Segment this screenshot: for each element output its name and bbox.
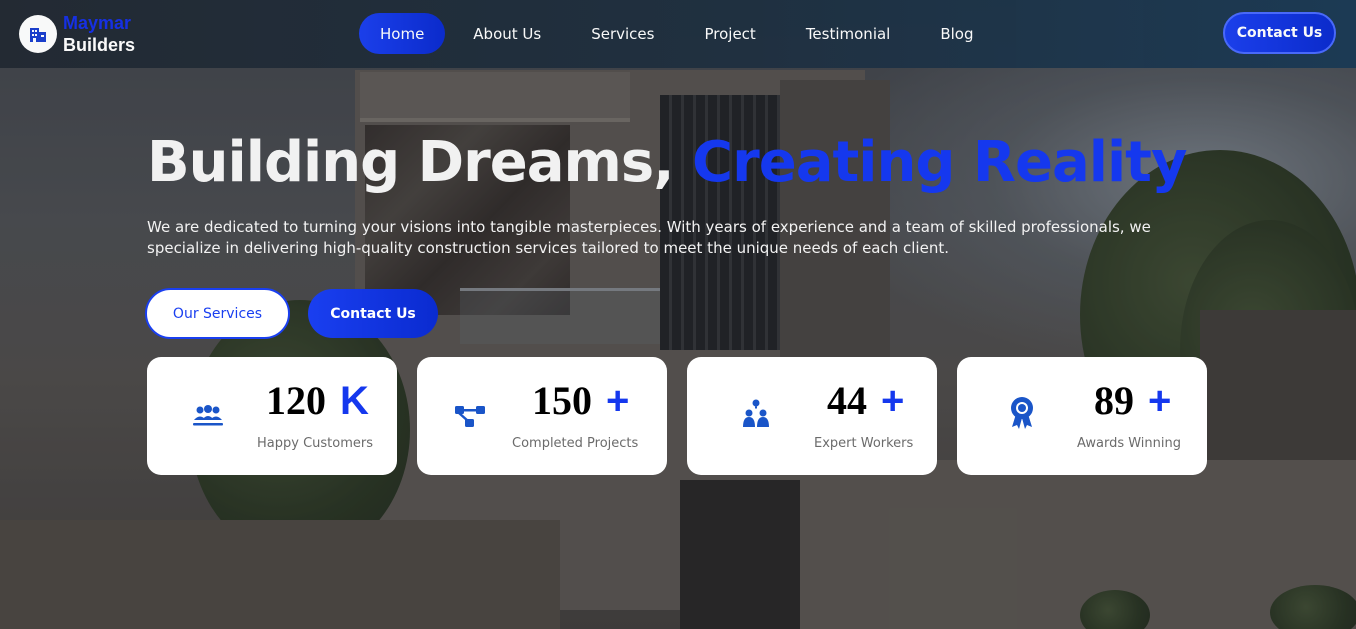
stat-suffix: K [340, 379, 369, 423]
nav-item-home[interactable]: Home [359, 13, 446, 54]
our-services-button[interactable]: Our Services [145, 288, 290, 339]
brand-name-line1: Maymar [63, 13, 132, 33]
stat-suffix: + [606, 379, 630, 423]
nav-item-testimonial[interactable]: Testimonial [784, 13, 913, 54]
stat-label: Awards Winning [1077, 436, 1181, 451]
stat-card-happy-customers: 120 K Happy Customers [147, 357, 397, 475]
stat-label: Happy Customers [257, 436, 373, 451]
stat-number: 150 [532, 378, 592, 423]
nav-item-project[interactable]: Project [682, 13, 777, 54]
project-diagram-icon [453, 401, 487, 431]
hero-description: We are dedicated to turning your visions… [147, 218, 1151, 257]
stat-number: 44 [827, 378, 867, 423]
stat-label: Expert Workers [814, 436, 914, 451]
stat-suffix: + [881, 379, 905, 423]
building-icon [19, 15, 57, 53]
nav-item-about-us[interactable]: About Us [451, 13, 563, 54]
nav-item-services[interactable]: Services [569, 13, 676, 54]
hero-title: Building Dreams, Creating Reality [147, 130, 1187, 195]
navbar: Maymar Builders Home About Us Services P… [0, 0, 1356, 68]
award-ribbon-icon [1005, 397, 1039, 429]
nav-contact-button[interactable]: Contact Us [1223, 12, 1336, 54]
stat-label: Completed Projects [512, 436, 639, 451]
stat-suffix: + [1148, 379, 1172, 423]
brand-logo[interactable]: Maymar Builders [19, 12, 135, 56]
stat-card-completed-projects: 150 + Completed Projects [417, 357, 667, 475]
nav-item-blog[interactable]: Blog [918, 13, 995, 54]
brand-name-line2: Builders [63, 35, 136, 55]
stat-card-awards-winning: 89 + Awards Winning [957, 357, 1207, 475]
main-nav: Home About Us Services Project Testimoni… [359, 13, 1002, 54]
stat-card-expert-workers: 44 + Expert Workers [687, 357, 937, 475]
workers-icon [739, 399, 773, 429]
hero-title-part1: Building Dreams, [147, 130, 674, 195]
hero-contact-button[interactable]: Contact Us [308, 289, 438, 338]
users-group-icon [191, 401, 225, 431]
stat-number: 120 [266, 378, 326, 423]
stat-number: 89 [1094, 378, 1134, 423]
hero-title-highlight: Creating Reality [692, 130, 1187, 195]
